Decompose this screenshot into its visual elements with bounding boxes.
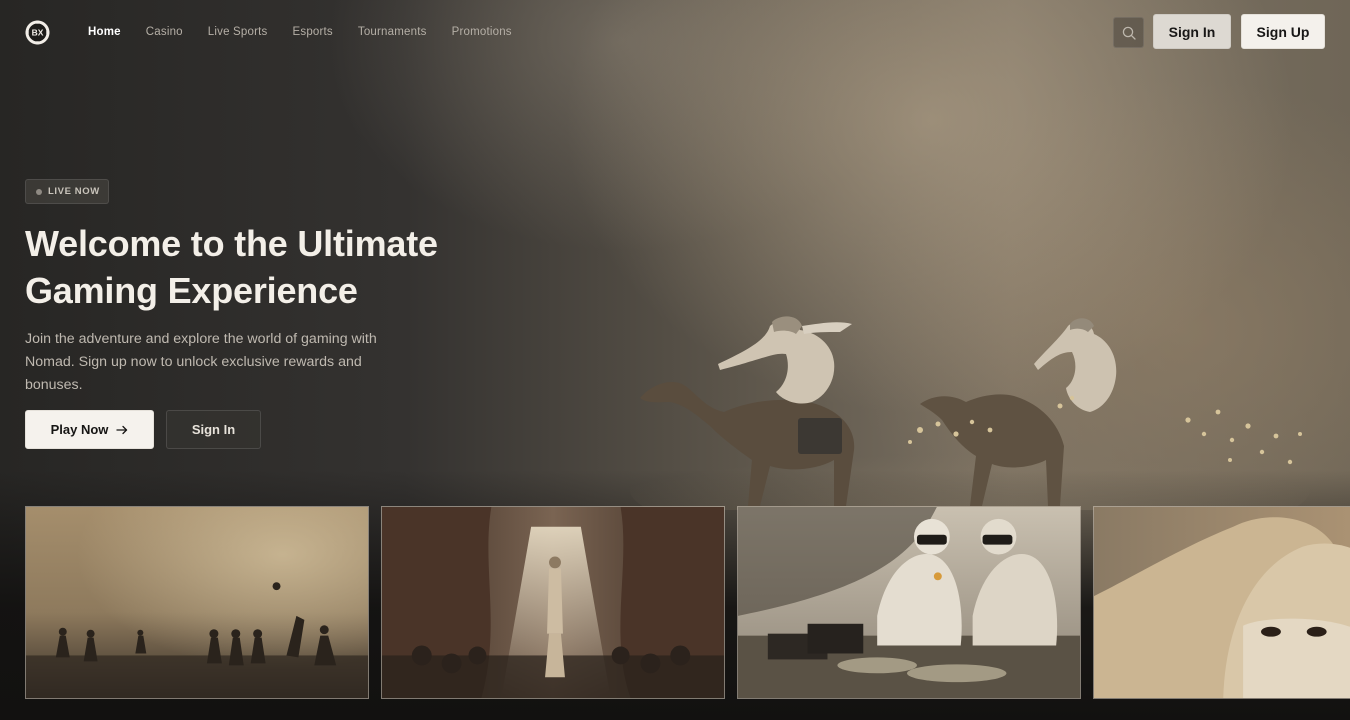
hero-subtitle: Join the adventure and explore the world… [25, 331, 377, 393]
game-card-cave-game[interactable] [381, 506, 725, 699]
nav-link-tournaments[interactable]: Tournaments [358, 24, 427, 40]
arrow-right-icon [116, 425, 128, 434]
live-dot-icon [36, 188, 42, 195]
hero-illustration [630, 316, 1310, 510]
top-navigation: BX Home Casino Live Sports Esports Tourn… [0, 0, 1350, 64]
play-now-button[interactable]: Play Now [25, 410, 154, 449]
hero-sign-in-button[interactable]: Sign In [166, 410, 261, 449]
treasure-game-image [738, 507, 1080, 698]
nav-link-casino[interactable]: Casino [146, 24, 183, 40]
search-button[interactable] [1113, 17, 1144, 48]
nav-link-esports[interactable]: Esports [293, 24, 333, 40]
live-now-label: LIVE NOW [48, 186, 100, 197]
live-now-badge: LIVE NOW [25, 179, 109, 204]
search-icon [1122, 26, 1136, 40]
nav-sign-up-button[interactable]: Sign Up [1241, 14, 1325, 49]
cave-game-image [382, 507, 724, 698]
game-cards-row [25, 506, 1350, 699]
nav-link-live-sports[interactable]: Live Sports [208, 24, 268, 40]
brand-logo[interactable]: BX [25, 20, 50, 45]
logo-text: BX [32, 28, 44, 38]
hero-section: LIVE NOW Welcome to the Ultimate Gaming … [25, 179, 445, 449]
game-card-treasure-game[interactable] [737, 506, 1081, 699]
logo-badge-icon: BX [25, 20, 50, 45]
hero-actions: Play Now Sign In [25, 410, 445, 449]
desert-game-image [26, 507, 368, 698]
play-now-label: Play Now [50, 422, 109, 437]
page: BX Home Casino Live Sports Esports Tourn… [0, 0, 1350, 720]
nav-links: Home Casino Live Sports Esports Tourname… [88, 24, 512, 40]
game-card-desert-game[interactable] [25, 506, 369, 699]
hero-title: Welcome to the Ultimate Gaming Experienc… [25, 223, 438, 311]
nav-link-promotions[interactable]: Promotions [452, 24, 512, 40]
game-card-nomad-game[interactable] [1093, 506, 1350, 699]
nomad-game-image [1094, 507, 1350, 698]
nav-link-home[interactable]: Home [88, 24, 121, 40]
nav-sign-in-button[interactable]: Sign In [1153, 14, 1231, 49]
